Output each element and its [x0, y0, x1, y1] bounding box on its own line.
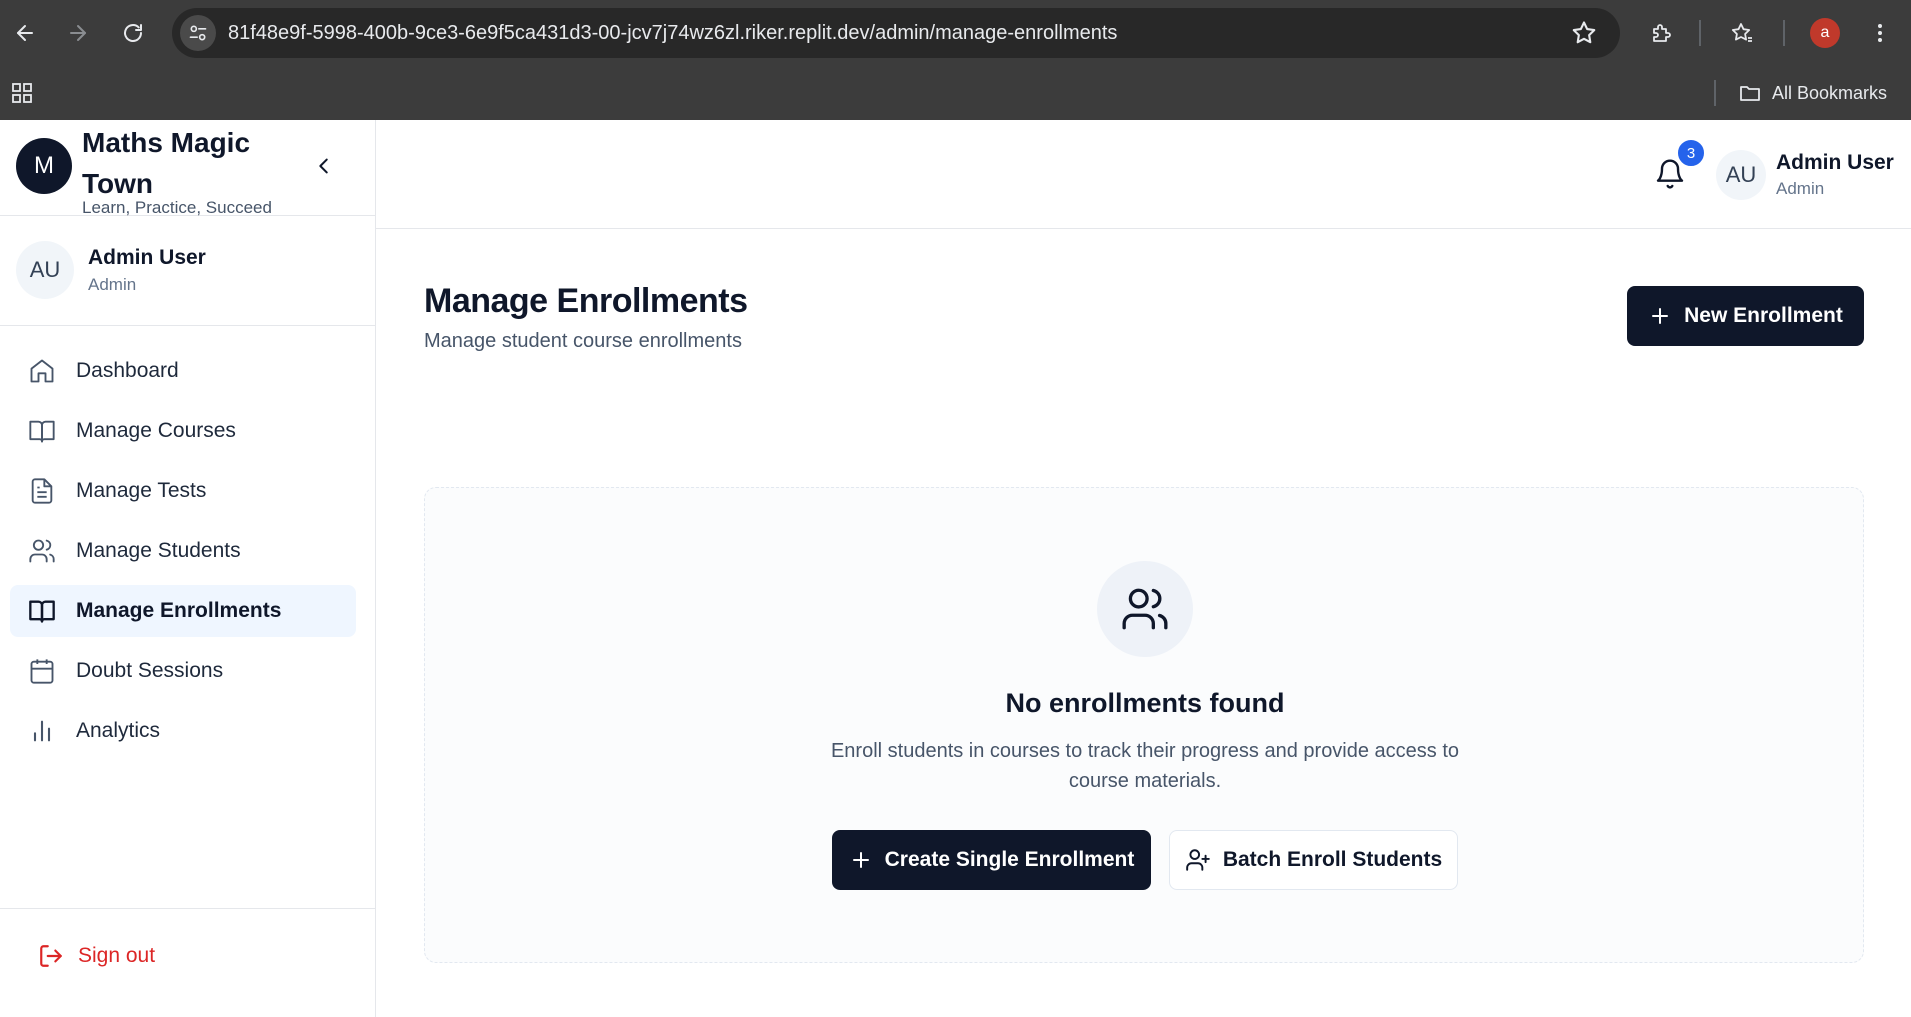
- sidebar-item-label: Manage Tests: [76, 479, 207, 502]
- sidebar: M Maths Magic Town Learn, Practice, Succ…: [0, 120, 376, 1017]
- extensions-button[interactable]: [1642, 13, 1682, 53]
- create-single-enrollment-button[interactable]: Create Single Enrollment: [832, 830, 1151, 890]
- bookmarks-bar: All Bookmarks: [0, 66, 1911, 120]
- user-plus-icon: [1186, 849, 1210, 871]
- bar-chart-icon: [33, 720, 51, 742]
- page-subtitle: Manage student course enrollments: [424, 330, 742, 352]
- user-name: Admin User: [1776, 151, 1894, 174]
- toolbar-separator: [1783, 20, 1785, 46]
- sidebar-item-manage-enrollments[interactable]: Manage Enrollments: [10, 585, 356, 637]
- empty-state-title: No enrollments found: [1005, 688, 1285, 718]
- sidebar-item-manage-courses[interactable]: Manage Courses: [10, 405, 356, 457]
- brand-name: Maths Magic Town: [82, 127, 251, 199]
- new-enrollment-label: New Enrollment: [1684, 304, 1843, 327]
- browser-toolbar: 81f48e9f-5998-400b-9ce3-6e9f5ca431d3-00-…: [0, 0, 1911, 66]
- sign-out-button[interactable]: Sign out: [38, 943, 155, 969]
- chevron-left-icon: [319, 158, 328, 174]
- page-title: Manage Enrollments: [424, 282, 748, 320]
- reading-list-button[interactable]: [1722, 13, 1762, 53]
- folder-icon: [1740, 86, 1760, 101]
- sidebar-item-manage-tests[interactable]: Manage Tests: [10, 465, 356, 517]
- sidebar-item-doubt-sessions[interactable]: Doubt Sessions: [10, 645, 356, 697]
- browser-menu-button[interactable]: [1860, 13, 1900, 53]
- empty-state-description: Enroll students in courses to track thei…: [830, 740, 1460, 792]
- profile-avatar[interactable]: a: [1810, 18, 1840, 48]
- reload-button[interactable]: [113, 13, 153, 53]
- sign-out-label: Sign out: [78, 944, 156, 967]
- more-vertical-icon: [1878, 24, 1882, 42]
- log-out-icon: [40, 945, 62, 967]
- batch-enroll-students-button[interactable]: Batch Enroll Students: [1169, 830, 1458, 890]
- arrow-left-icon: [17, 25, 33, 41]
- user-role: Admin: [1776, 179, 1825, 198]
- sidebar-item-analytics[interactable]: Analytics: [10, 705, 356, 757]
- empty-state: No enrollments found Enroll students in …: [424, 487, 1864, 963]
- bookmarks-separator: [1714, 80, 1716, 106]
- forward-button[interactable]: [58, 13, 98, 53]
- brand-tagline: Learn, Practice, Succeed: [82, 198, 272, 217]
- book-open-icon: [29, 420, 55, 443]
- top-bar: 3 AU Admin User Admin: [376, 120, 1911, 229]
- calendar-icon: [30, 659, 54, 684]
- arrow-right-icon: [70, 25, 86, 41]
- create-single-enrollment-label: Create Single Enrollment: [884, 848, 1135, 871]
- avatar: AU: [16, 241, 74, 299]
- puzzle-icon: [1653, 24, 1671, 42]
- sidebar-user-card: AU Admin User Admin: [0, 216, 375, 326]
- batch-enroll-students-label: Batch Enroll Students: [1222, 848, 1443, 871]
- sidebar-item-dashboard[interactable]: Dashboard: [10, 345, 356, 397]
- sidebar-footer: Sign out: [0, 908, 375, 1017]
- site-info-button[interactable]: [180, 15, 216, 51]
- apps-grid-icon: [12, 83, 32, 103]
- file-text-icon: [31, 478, 53, 504]
- apps-button[interactable]: [2, 73, 42, 113]
- home-icon: [30, 359, 54, 383]
- plus-icon: [1652, 308, 1669, 324]
- toolbar-separator: [1699, 20, 1701, 46]
- user-name: Admin User: [88, 246, 206, 269]
- collapse-sidebar-button[interactable]: [308, 150, 340, 182]
- notification-badge: 3: [1676, 138, 1706, 168]
- star-list-icon: [1731, 23, 1752, 42]
- bookmark-star-icon[interactable]: [1570, 19, 1598, 47]
- all-bookmarks-button[interactable]: All Bookmarks: [1738, 66, 1887, 120]
- sidebar-item-label: Doubt Sessions: [76, 659, 224, 682]
- all-bookmarks-label: All Bookmarks: [1772, 82, 1888, 103]
- sidebar-item-label: Manage Students: [76, 539, 241, 562]
- tune-icon: [189, 25, 207, 41]
- address-bar[interactable]: 81f48e9f-5998-400b-9ce3-6e9f5ca431d3-00-…: [172, 8, 1620, 58]
- brand-logo: M: [16, 138, 72, 194]
- plus-icon: [852, 852, 869, 868]
- sidebar-item-label: Analytics: [76, 719, 161, 742]
- new-enrollment-button[interactable]: New Enrollment: [1627, 286, 1864, 346]
- empty-state-icon: [1097, 561, 1193, 657]
- sidebar-item-label: Manage Enrollments: [76, 599, 282, 622]
- book-open-icon: [29, 600, 55, 623]
- user-role: Admin: [88, 275, 137, 294]
- sidebar-item-manage-students[interactable]: Manage Students: [10, 525, 356, 577]
- sidebar-item-label: Manage Courses: [76, 419, 236, 442]
- users-icon: [29, 539, 55, 563]
- users-icon: [1122, 588, 1168, 630]
- sidebar-item-label: Dashboard: [76, 359, 179, 382]
- browser-chrome: 81f48e9f-5998-400b-9ce3-6e9f5ca431d3-00-…: [0, 0, 1911, 120]
- brand-header: M Maths Magic Town Learn, Practice, Succ…: [0, 120, 375, 217]
- reload-icon: [124, 24, 142, 42]
- back-button[interactable]: [5, 13, 45, 53]
- avatar[interactable]: AU: [1716, 150, 1766, 200]
- sidebar-nav: Dashboard Manage Courses Manage Tests Ma…: [10, 345, 356, 765]
- url-text[interactable]: 81f48e9f-5998-400b-9ce3-6e9f5ca431d3-00-…: [228, 8, 1117, 58]
